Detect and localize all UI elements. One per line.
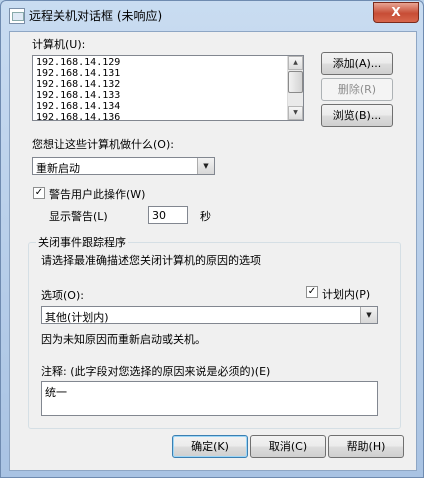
warn-checkbox[interactable]: ✓ (33, 187, 45, 199)
list-item[interactable]: 192.168.14.136 (36, 112, 120, 120)
planned-checkbox-label: 计划内(P) (322, 288, 371, 301)
action-label: 您想让这些计算机做什么(O): (32, 138, 174, 151)
remove-button[interactable]: 删除(R) (321, 78, 393, 101)
computers-label: 计算机(U): (32, 38, 86, 51)
help-button[interactable]: 帮助(H) (328, 435, 404, 458)
scroll-down-icon[interactable]: ▼ (288, 106, 303, 120)
scroll-thumb[interactable] (288, 71, 303, 93)
group-title: 关闭事件跟踪程序 (36, 234, 128, 250)
close-button[interactable]: X (373, 2, 419, 23)
computer-list[interactable]: 192.168.14.129 192.168.14.131 192.168.14… (32, 55, 304, 121)
dialog-window: 远程关机对话框 (未响应) X 计算机(U): 192.168.14.129 1… (0, 0, 424, 478)
comment-textarea[interactable]: 统一 (41, 381, 378, 416)
seconds-unit-label: 秒 (200, 210, 211, 223)
reason-description: 因为未知原因而重新启动或关机。 (41, 333, 206, 346)
app-icon (9, 8, 25, 24)
list-scrollbar[interactable]: ▲ ▼ (287, 56, 303, 120)
chevron-down-icon[interactable]: ▼ (197, 158, 214, 174)
display-warning-label: 显示警告(L) (49, 210, 108, 223)
browse-button[interactable]: 浏览(B)... (321, 104, 393, 127)
chevron-down-icon[interactable]: ▼ (360, 307, 377, 323)
comment-label: 注释: (此字段对您选择的原因来说是必须的)(E) (41, 365, 271, 378)
option-label: 选项(O): (41, 289, 84, 302)
title-bar[interactable]: 远程关机对话框 (未响应) X (1, 1, 423, 31)
action-select-value: 重新启动 (36, 162, 80, 175)
warning-seconds-input[interactable]: 30 (148, 206, 188, 224)
dialog-body: 计算机(U): 192.168.14.129 192.168.14.131 19… (9, 31, 417, 471)
cancel-button[interactable]: 取消(C) (250, 435, 326, 458)
add-button[interactable]: 添加(A)... (321, 52, 393, 75)
window-title: 远程关机对话框 (未响应) (29, 9, 163, 23)
reason-select-value: 其他(计划内) (45, 311, 109, 324)
warn-checkbox-label: 警告用户此操作(W) (49, 188, 146, 201)
scroll-up-icon[interactable]: ▲ (288, 56, 303, 70)
ok-button[interactable]: 确定(K) (172, 435, 248, 458)
reason-select[interactable]: 其他(计划内) ▼ (41, 306, 378, 324)
instruction-text: 请选择最准确描述您关闭计算机的原因的选项 (41, 254, 261, 267)
planned-checkbox[interactable]: ✓ (306, 286, 318, 298)
action-select[interactable]: 重新启动 ▼ (32, 157, 215, 175)
